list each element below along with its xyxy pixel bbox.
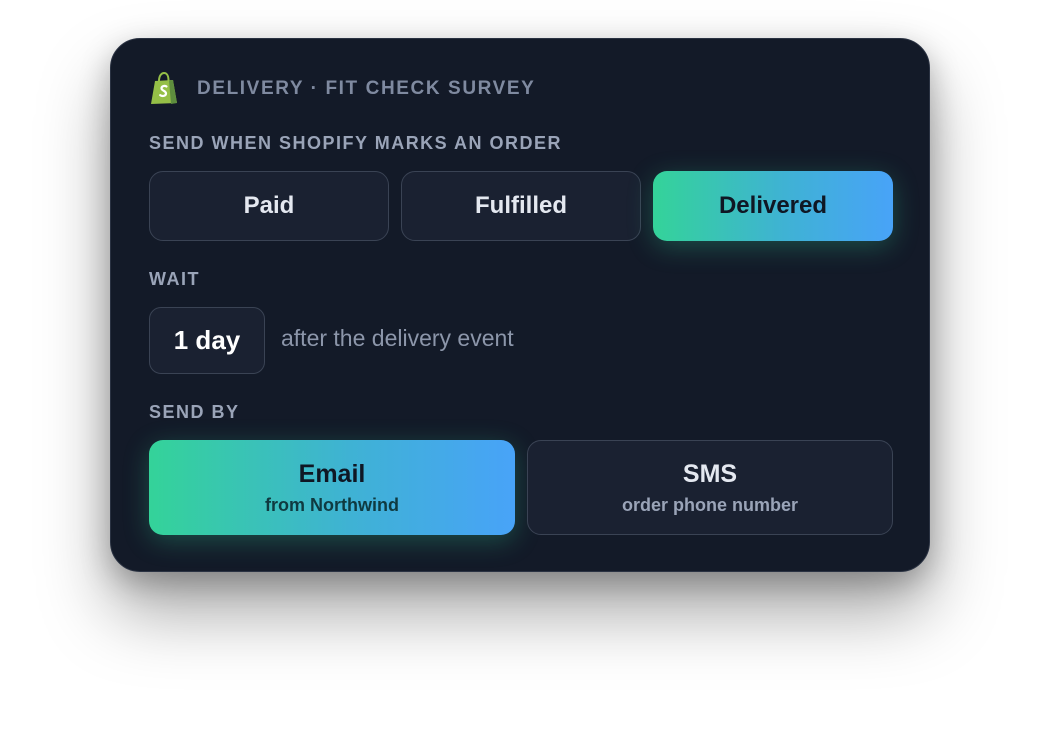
channel-title: SMS (682, 459, 738, 488)
status-option-delivered[interactable]: Delivered (653, 171, 893, 241)
wait-section-label: WAIT (149, 269, 200, 289)
wait-description: after the delivery event (281, 325, 514, 351)
send-by-section-label: SEND BY (149, 402, 240, 422)
channel-subtitle: order phone number (621, 494, 798, 515)
status-option-paid[interactable]: Paid (149, 171, 389, 241)
survey-trigger-card: DELIVERY · FIT CHECK SURVEY SEND WHEN SH… (110, 38, 930, 572)
wait-duration-field[interactable]: 1 day (149, 307, 265, 374)
status-option-label: Fulfilled (475, 192, 567, 219)
status-option-label: Paid (243, 192, 295, 219)
trigger-section-label: SEND WHEN SHOPIFY MARKS AN ORDER (149, 133, 563, 153)
card-header: DELIVERY · FIT CHECK SURVEY (149, 72, 535, 106)
channel-option-email[interactable]: Email from Northwind (149, 440, 515, 535)
status-option-label: Delivered (718, 192, 828, 219)
channel-subtitle: from Northwind (265, 494, 399, 515)
card-title: DELIVERY · FIT CHECK SURVEY (197, 78, 536, 99)
channel-title: Email (298, 459, 366, 488)
shopify-bag-icon (151, 72, 177, 104)
status-option-fulfilled[interactable]: Fulfilled (401, 171, 641, 241)
wait-duration-value: 1 day (173, 325, 241, 355)
channel-option-sms[interactable]: SMS order phone number (527, 440, 893, 535)
